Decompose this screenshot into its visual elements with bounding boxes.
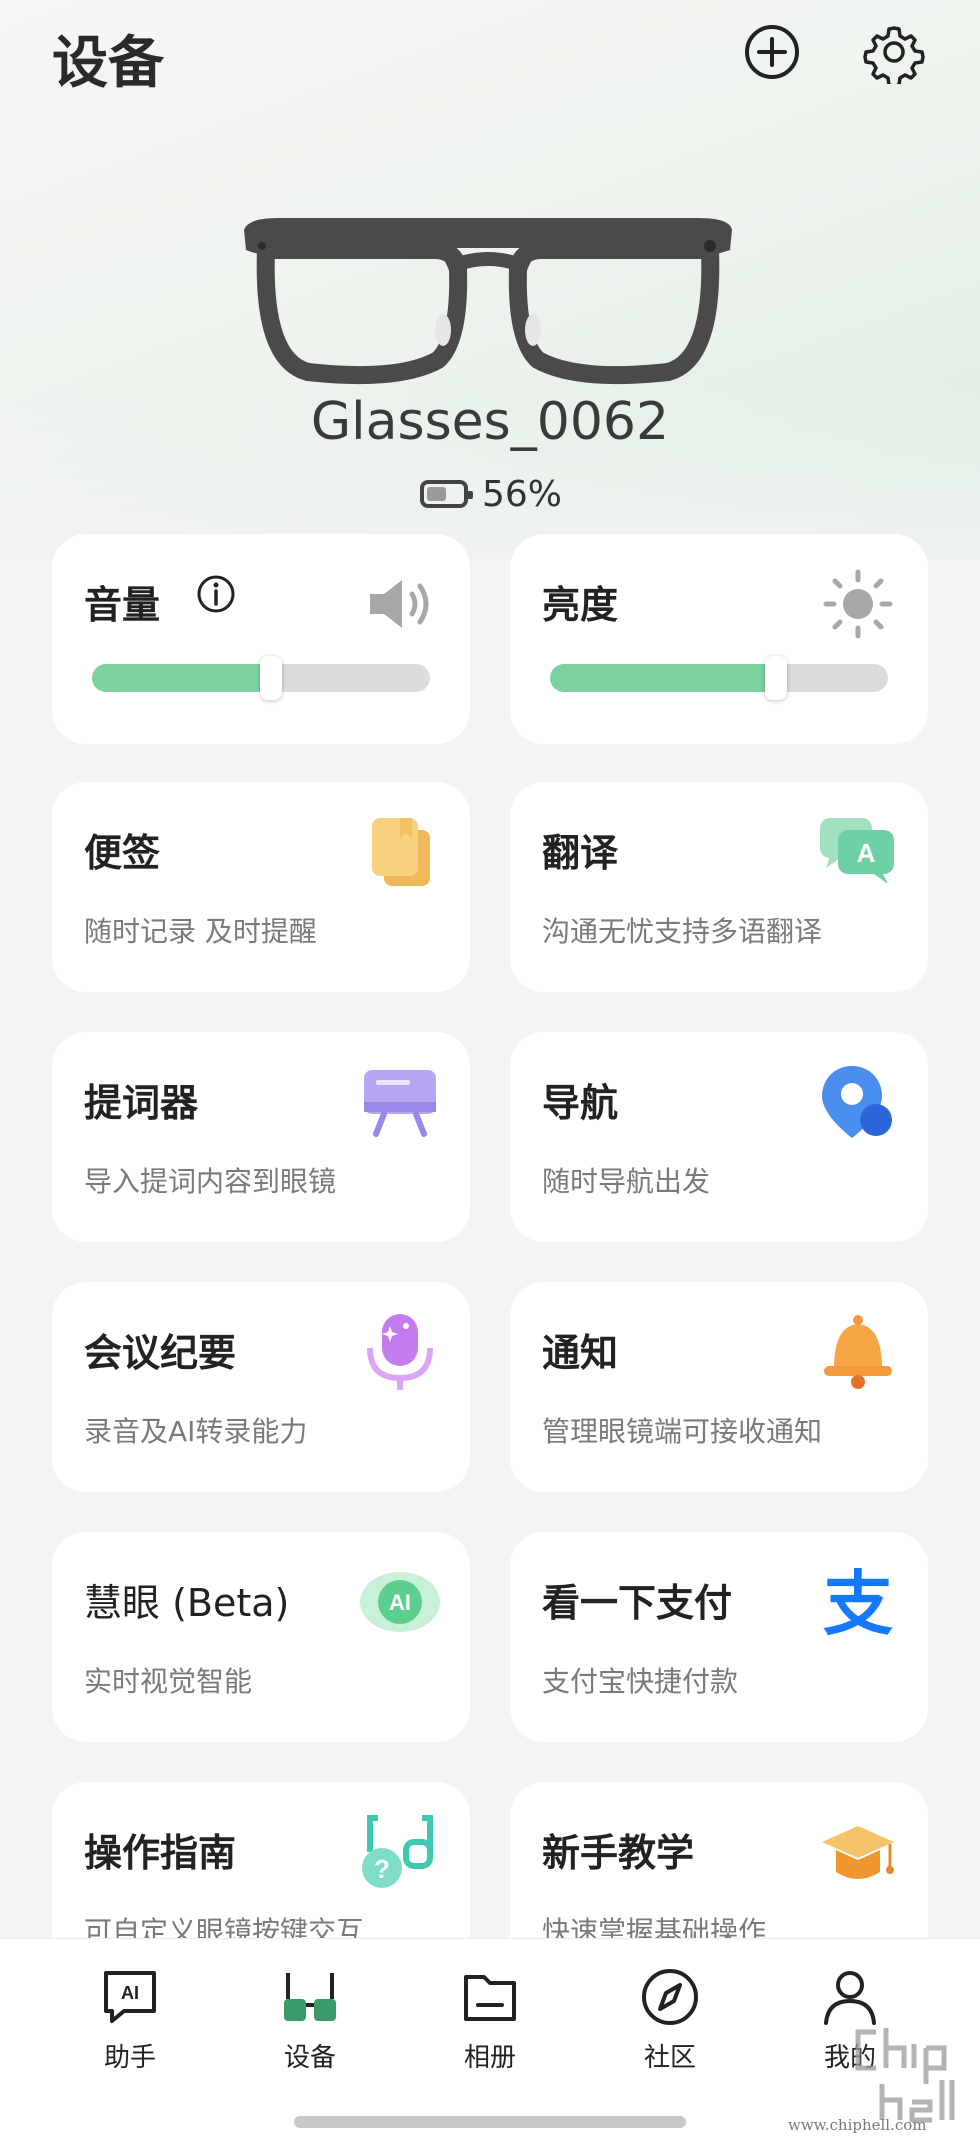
feature-card-translate[interactable]: 翻译 沟通无忧支持多语翻译 A — [510, 782, 928, 992]
chiphell-watermark: www.chiphell.com — [788, 2028, 955, 2134]
nav-item-album[interactable]: 相册 — [430, 1965, 550, 2074]
battery-status: 56% — [420, 472, 562, 516]
nav-label-device: 设备 — [283, 2043, 336, 2073]
brightness-slider-fill — [550, 664, 777, 692]
nav-item-assistant[interactable]: AI 助手 — [70, 1965, 190, 2074]
volume-slider-thumb[interactable] — [260, 656, 283, 700]
notes-icon — [372, 818, 430, 886]
card-title: 会议纪要 — [84, 1331, 237, 1375]
battery-icon — [420, 480, 473, 508]
add-device-icon[interactable] — [740, 20, 804, 84]
nav-label-assistant: 助手 — [103, 2043, 156, 2073]
ai-vision-icon: AI — [360, 1572, 440, 1632]
feature-card-teleprompter[interactable]: 提词器 导入提词内容到眼镜 — [52, 1032, 470, 1242]
bell-icon — [824, 1315, 892, 1389]
ai-assistant-icon: AI — [104, 1971, 156, 2023]
volume-card: 音量 — [52, 534, 470, 744]
translate-icon: A — [820, 818, 894, 884]
feature-card-notifications[interactable]: 通知 管理眼镜端可接收通知 — [510, 1282, 928, 1492]
feature-card-navigation[interactable]: 导航 随时导航出发 — [510, 1032, 928, 1242]
card-title: 看一下支付 — [542, 1581, 733, 1625]
card-title: 提词器 — [84, 1081, 199, 1125]
brightness-card: 亮度 — [510, 534, 928, 744]
glasses-icon — [284, 1973, 336, 2021]
alipay-icon: 支 — [823, 1563, 893, 1642]
card-title: 通知 — [542, 1331, 619, 1375]
card-subtitle: 沟通无忧支持多语翻译 — [542, 915, 823, 948]
svg-text:www.chiphell.com: www.chiphell.com — [788, 2116, 927, 2134]
battery-percent: 56% — [482, 473, 563, 515]
volume-label: 音量 — [84, 583, 161, 627]
navigation-icon — [822, 1066, 892, 1138]
svg-text:支: 支 — [823, 1563, 893, 1642]
sun-icon — [823, 569, 893, 639]
feature-card-alipay[interactable]: 看一下支付 支付宝快捷付款 支 — [510, 1532, 928, 1742]
microphone-icon — [367, 1314, 433, 1390]
brightness-slider[interactable] — [550, 656, 888, 700]
card-subtitle: 实时视觉智能 — [84, 1665, 253, 1698]
card-subtitle: 管理眼镜端可接收通知 — [542, 1415, 823, 1448]
card-subtitle: 导入提词内容到眼镜 — [84, 1165, 337, 1198]
brightness-label: 亮度 — [542, 583, 619, 627]
graduation-cap-icon — [822, 1826, 894, 1879]
card-subtitle: 支付宝快捷付款 — [542, 1665, 739, 1698]
teleprompter-icon — [364, 1070, 436, 1137]
nav-label-album: 相册 — [463, 2043, 516, 2073]
svg-text:AI: AI — [389, 1590, 411, 1615]
card-title: 操作指南 — [84, 1831, 237, 1875]
svg-text:AI: AI — [121, 1983, 139, 2003]
volume-slider-fill — [92, 664, 272, 692]
compass-icon — [642, 1969, 698, 2025]
nav-label-community: 社区 — [643, 2043, 696, 2073]
card-title: 便签 — [84, 831, 161, 875]
settings-gear-icon[interactable] — [862, 20, 926, 84]
svg-text:A: A — [857, 838, 876, 868]
nav-item-device[interactable]: 设备 — [250, 1965, 370, 2074]
feature-card-smart-vision[interactable]: 慧眼 (Beta) 实时视觉智能 AI — [52, 1532, 470, 1742]
card-subtitle: 录音及AI转录能力 — [84, 1415, 308, 1448]
home-indicator[interactable] — [294, 2116, 686, 2128]
glasses-product-image — [244, 218, 732, 385]
card-subtitle: 随时导航出发 — [542, 1165, 711, 1198]
svg-text:?: ? — [374, 1854, 390, 1884]
device-name: Glasses_0062 — [310, 392, 670, 452]
nav-item-community[interactable]: 社区 — [610, 1965, 730, 2074]
speaker-icon — [370, 580, 429, 628]
card-title: 新手教学 — [542, 1831, 695, 1875]
brightness-slider-thumb[interactable] — [765, 656, 788, 700]
card-subtitle: 随时记录 及时提醒 — [84, 915, 317, 948]
feature-card-meeting-notes[interactable]: 会议纪要 录音及AI转录能力 — [52, 1282, 470, 1492]
page-title: 设备 — [52, 31, 164, 96]
feature-card-notes[interactable]: 便签 随时记录 及时提醒 — [52, 782, 470, 992]
info-icon[interactable] — [194, 572, 238, 616]
card-title: 慧眼 (Beta) — [84, 1581, 290, 1625]
album-folder-icon — [464, 1975, 516, 2021]
guide-icon: ? — [362, 1815, 433, 1888]
volume-slider[interactable] — [92, 656, 430, 700]
card-title: 翻译 — [542, 831, 619, 875]
card-title: 导航 — [542, 1081, 619, 1125]
